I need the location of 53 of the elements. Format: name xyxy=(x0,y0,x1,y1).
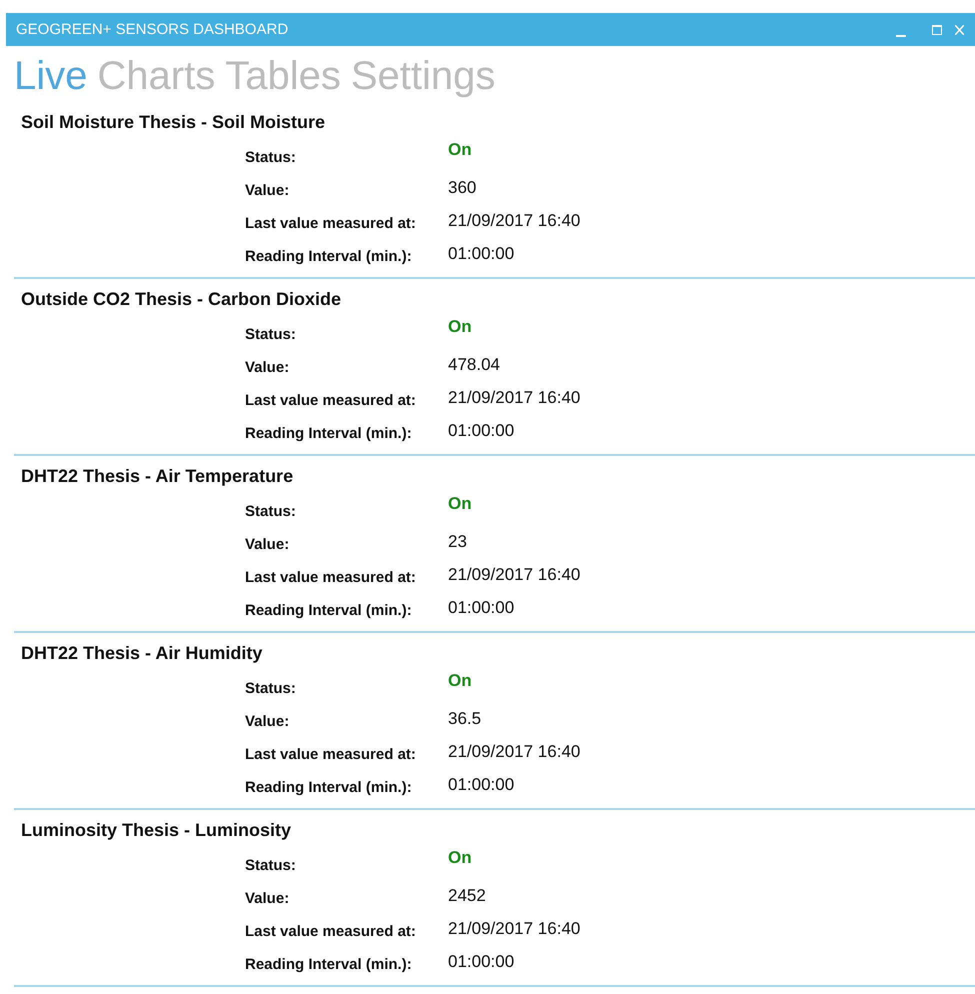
field-value: 478.04 xyxy=(448,354,500,374)
status-value: On xyxy=(448,140,472,160)
field-value: 21/09/2017 16:40 xyxy=(448,564,580,584)
sensor-title: Luminosity Thesis - Luminosity xyxy=(21,820,292,840)
field-label: Status: xyxy=(245,503,296,520)
sensor-title: Outside CO2 Thesis - Carbon Dioxide xyxy=(21,289,342,309)
status-value: On xyxy=(448,848,472,868)
field-label: Last value measured at: xyxy=(245,215,416,232)
window-title: GEOGREEN+ SENSORS DASHBOARD xyxy=(16,21,290,38)
field-label: Value: xyxy=(245,536,290,553)
status-value: On xyxy=(448,317,472,337)
field-label: Last value measured at: xyxy=(245,923,416,940)
field-label: Last value measured at: xyxy=(245,746,416,763)
field-label: Status: xyxy=(245,857,296,874)
field-label: Status: xyxy=(245,326,296,343)
tab[interactable]: Live xyxy=(14,54,88,98)
field-value: 01:00:00 xyxy=(448,244,514,264)
field-label: Status: xyxy=(245,680,296,697)
field-value: 2452 xyxy=(448,886,486,906)
field-label: Status: xyxy=(245,149,296,166)
tab[interactable]: Settings xyxy=(350,54,496,98)
field-label: Last value measured at: xyxy=(245,569,416,586)
field-label: Reading Interval (min.): xyxy=(245,779,412,796)
field-label: Value: xyxy=(245,713,290,730)
field-label: Value: xyxy=(245,182,290,199)
field-label: Reading Interval (min.): xyxy=(245,602,412,619)
sensor-title: Soil Moisture Thesis - Soil Moisture xyxy=(21,112,326,132)
sensor-title: DHT22 Thesis - Air Temperature xyxy=(21,466,294,486)
field-value: 21/09/2017 16:40 xyxy=(448,388,580,408)
field-value: 21/09/2017 16:40 xyxy=(448,918,580,938)
field-value: 01:00:00 xyxy=(448,598,514,618)
field-label: Last value measured at: xyxy=(245,392,416,409)
sensor-title: DHT22 Thesis - Air Humidity xyxy=(21,643,262,663)
field-value: 21/09/2017 16:40 xyxy=(448,210,580,230)
maximize-icon xyxy=(932,24,942,34)
field-label: Reading Interval (min.): xyxy=(245,425,412,442)
minimize-icon xyxy=(896,34,906,36)
tab[interactable]: Tables xyxy=(225,54,341,98)
tab[interactable]: Charts xyxy=(97,54,216,98)
field-value: 01:00:00 xyxy=(448,420,514,440)
field-label: Reading Interval (min.): xyxy=(245,956,412,973)
field-value: 360 xyxy=(448,178,476,198)
field-label: Value: xyxy=(245,359,290,376)
field-value: 36.5 xyxy=(448,708,482,728)
field-value: 23 xyxy=(448,532,467,552)
field-label: Value: xyxy=(245,890,290,907)
field-value: 01:00:00 xyxy=(448,952,514,972)
status-value: On xyxy=(448,671,472,691)
field-label: Reading Interval (min.): xyxy=(245,248,412,265)
field-value: 01:00:00 xyxy=(448,774,514,794)
status-value: On xyxy=(448,494,472,514)
close-icon xyxy=(955,24,964,34)
field-value: 21/09/2017 16:40 xyxy=(448,742,580,762)
